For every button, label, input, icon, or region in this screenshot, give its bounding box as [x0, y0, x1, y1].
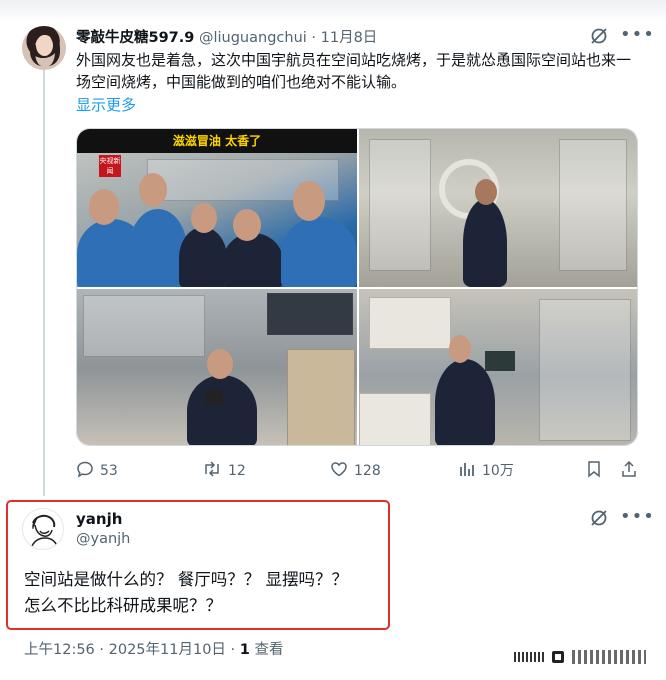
- display-name[interactable]: yanjh: [76, 510, 122, 528]
- reply-text: 空间站是做什么的？ 餐厅吗？？ 显摆吗？？ 怎么不比比科研成果呢？？: [24, 567, 394, 619]
- avatar-sketch: [30, 514, 59, 549]
- like-action[interactable]: 128: [330, 460, 381, 479]
- more-icon[interactable]: •••: [620, 506, 655, 527]
- reply-icon: [77, 461, 93, 478]
- view-count: 1: [239, 642, 250, 658]
- tweet-text: 外国网友也是着急，这次中国宇航员在空间站吃烧烤，于是就怂恿国际空间站也来一场空间…: [76, 51, 632, 91]
- separator: ·: [311, 30, 317, 46]
- share-action[interactable]: [620, 460, 644, 479]
- like-count: 128: [354, 463, 381, 479]
- retweet-icon: [205, 461, 219, 477]
- media-photo-iss-laptop[interactable]: [359, 289, 637, 445]
- watermark-pattern: [572, 650, 646, 664]
- retweet-action[interactable]: 12: [202, 460, 246, 479]
- view-count: 10万: [482, 463, 514, 479]
- handle[interactable]: @yanjh: [76, 531, 130, 547]
- display-name[interactable]: 零敲牛皮糖597.9: [76, 30, 194, 46]
- like-icon: [331, 462, 347, 477]
- views-action[interactable]: 10万: [458, 460, 514, 480]
- channel-logo: 央视新闻: [99, 155, 121, 177]
- media-grid[interactable]: 滋滋冒油 太香了 央视新闻: [76, 128, 638, 446]
- timestamp[interactable]: 上午12:56 · 2025年11月10日 ·: [24, 642, 235, 658]
- thread-connector-line: [43, 70, 45, 496]
- retweet-count: 12: [228, 463, 246, 479]
- media-photo-iss-camera[interactable]: [77, 289, 357, 445]
- media-photo-iss-astronaut[interactable]: [359, 129, 637, 287]
- avatar[interactable]: [22, 26, 66, 70]
- show-more-link[interactable]: 显示更多: [76, 94, 136, 115]
- watermark-icon: [552, 651, 564, 663]
- media-photo-astronauts-barbecue[interactable]: 滋滋冒油 太香了 央视新闻: [77, 129, 357, 287]
- share-icon: [622, 460, 636, 477]
- tweet-header: 零敲牛皮糖597.9 @liuguangchui · 11月8日: [76, 26, 377, 47]
- top-fade: [0, 0, 666, 22]
- grok-icon[interactable]: [590, 27, 608, 45]
- tweet-date[interactable]: 11月8日: [321, 30, 378, 46]
- reply-text-line: 空间站是做什么的？ 餐厅吗？？ 显摆吗？？: [24, 570, 348, 589]
- watermark-pattern: [514, 652, 544, 662]
- reply-meta: 上午12:56 · 2025年11月10日 · 1 查看: [24, 638, 283, 659]
- reply-text-line: 怎么不比比科研成果呢？？: [24, 596, 222, 615]
- views-icon: [460, 463, 474, 476]
- handle[interactable]: @liuguangchui: [199, 30, 307, 46]
- photo-caption: 滋滋冒油 太香了: [77, 129, 357, 153]
- bookmark-icon: [588, 461, 600, 478]
- more-icon[interactable]: •••: [620, 24, 655, 45]
- bookmark-action[interactable]: [586, 460, 608, 479]
- avatar[interactable]: [22, 508, 64, 550]
- reply-count: 53: [100, 463, 118, 479]
- grok-icon[interactable]: [590, 509, 608, 527]
- view-label: 查看: [254, 642, 284, 658]
- reply-action[interactable]: 53: [76, 460, 118, 479]
